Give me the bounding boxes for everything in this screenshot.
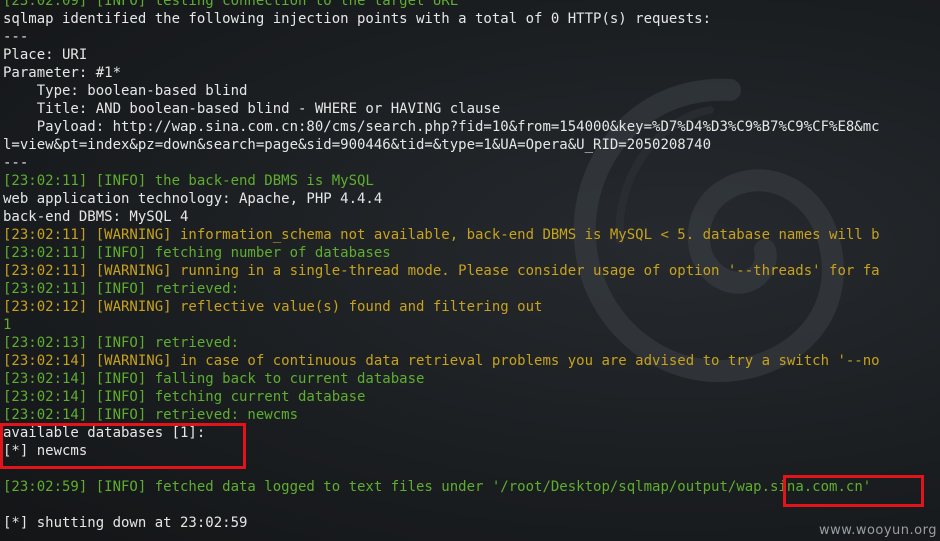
terminal-line: [23:02:09] [INFO] testing connection to … [3, 0, 880, 10]
terminal-line: [23:02:13] [INFO] retrieved: [3, 334, 880, 352]
terminal-line: back-end DBMS: MySQL 4 [3, 208, 880, 226]
terminal-text: [23:02:12] [WARNING] reflective value(s)… [3, 299, 543, 315]
terminal-line: Title: AND boolean-based blind - WHERE o… [3, 100, 880, 118]
terminal-line: --- [3, 28, 880, 46]
terminal-line: Payload: http://wap.sina.com.cn:80/cms/s… [3, 118, 880, 136]
terminal-text: [23:02:13] [INFO] retrieved: [3, 335, 240, 351]
watermark: www.wooyun.org [818, 523, 937, 538]
terminal-line: [23:02:11] [WARNING] running in a single… [3, 262, 880, 280]
databases-highlight-box [0, 423, 246, 469]
terminal-line: [23:02:14] [WARNING] in case of continuo… [3, 352, 880, 370]
terminal-line: [23:02:11] [WARNING] information_schema … [3, 226, 880, 244]
terminal-text: sqlmap identified the following injectio… [3, 11, 712, 27]
terminal-text: 1 [3, 317, 12, 333]
terminal-text: [23:02:14] [INFO] retrieved: newcms [3, 407, 299, 423]
terminal-text: [23:02:14] [INFO] fetching current datab… [3, 389, 366, 405]
terminal-text: [23:02:11] [WARNING] information_schema … [3, 227, 880, 243]
terminal-text: Place: URI [3, 47, 88, 63]
terminal-line: [23:02:12] [WARNING] reflective value(s)… [3, 298, 880, 316]
terminal-line: [23:02:11] [INFO] retrieved: [3, 280, 880, 298]
terminal-text: Payload: http://wap.sina.com.cn:80/cms/s… [3, 119, 880, 135]
terminal-line: [23:02:14] [INFO] retrieved: newcms [3, 406, 880, 424]
terminal-text: --- [3, 29, 29, 45]
terminal-text: Title: AND boolean-based blind - WHERE o… [3, 101, 501, 117]
terminal-line: Parameter: #1* [3, 64, 880, 82]
terminal-line: Place: URI [3, 46, 880, 64]
terminal-text: [23:02:11] [INFO] fetching number of dat… [3, 245, 391, 261]
terminal-line: sqlmap identified the following injectio… [3, 10, 880, 28]
terminal-text: Type: boolean-based blind [3, 83, 248, 99]
terminal-text: --- [3, 155, 29, 171]
terminal-line: [23:02:59] [INFO] fetched data logged to… [3, 478, 880, 496]
terminal-text: back-end DBMS: MySQL 4 [3, 209, 189, 225]
terminal-text: [23:02:11] [WARNING] running in a single… [3, 263, 880, 279]
terminal-text: [23:02:09] [INFO] testing connection to … [3, 0, 459, 9]
terminal-line: Type: boolean-based blind [3, 82, 880, 100]
terminal-line: [23:02:14] [INFO] falling back to curren… [3, 370, 880, 388]
terminal-text: [23:02:14] [INFO] falling back to curren… [3, 371, 425, 387]
terminal-text: web application technology: Apache, PHP … [3, 191, 383, 207]
terminal-text: [23:02:11] [INFO] the back-end DBMS is M… [3, 173, 374, 189]
domain-highlight-box [783, 475, 924, 507]
terminal-text: [23:02:59] [INFO] fetched data logged to… [3, 479, 737, 495]
terminal-text: Parameter: #1* [3, 65, 122, 81]
terminal-text: [23:02:14] [WARNING] in case of continuo… [3, 353, 880, 369]
terminal-line: [23:02:14] [INFO] fetching current datab… [3, 388, 880, 406]
terminal-line: [23:02:11] [INFO] fetching number of dat… [3, 244, 880, 262]
terminal-text: l=view&pt=index&pz=down&search=page&sid=… [3, 137, 712, 153]
terminal-line: [23:02:11] [INFO] the back-end DBMS is M… [3, 172, 880, 190]
terminal-line: [*] shutting down at 23:02:59 [3, 514, 880, 532]
terminal-line: web application technology: Apache, PHP … [3, 190, 880, 208]
terminal-text: [23:02:11] [INFO] retrieved: [3, 281, 240, 297]
terminal-line: l=view&pt=index&pz=down&search=page&sid=… [3, 136, 880, 154]
terminal-window[interactable]: [23:02:09] [INFO] testing connection to … [0, 0, 940, 541]
terminal-line: --- [3, 154, 880, 172]
terminal-text: [*] shutting down at 23:02:59 [3, 515, 248, 531]
terminal-line: 1 [3, 316, 880, 334]
